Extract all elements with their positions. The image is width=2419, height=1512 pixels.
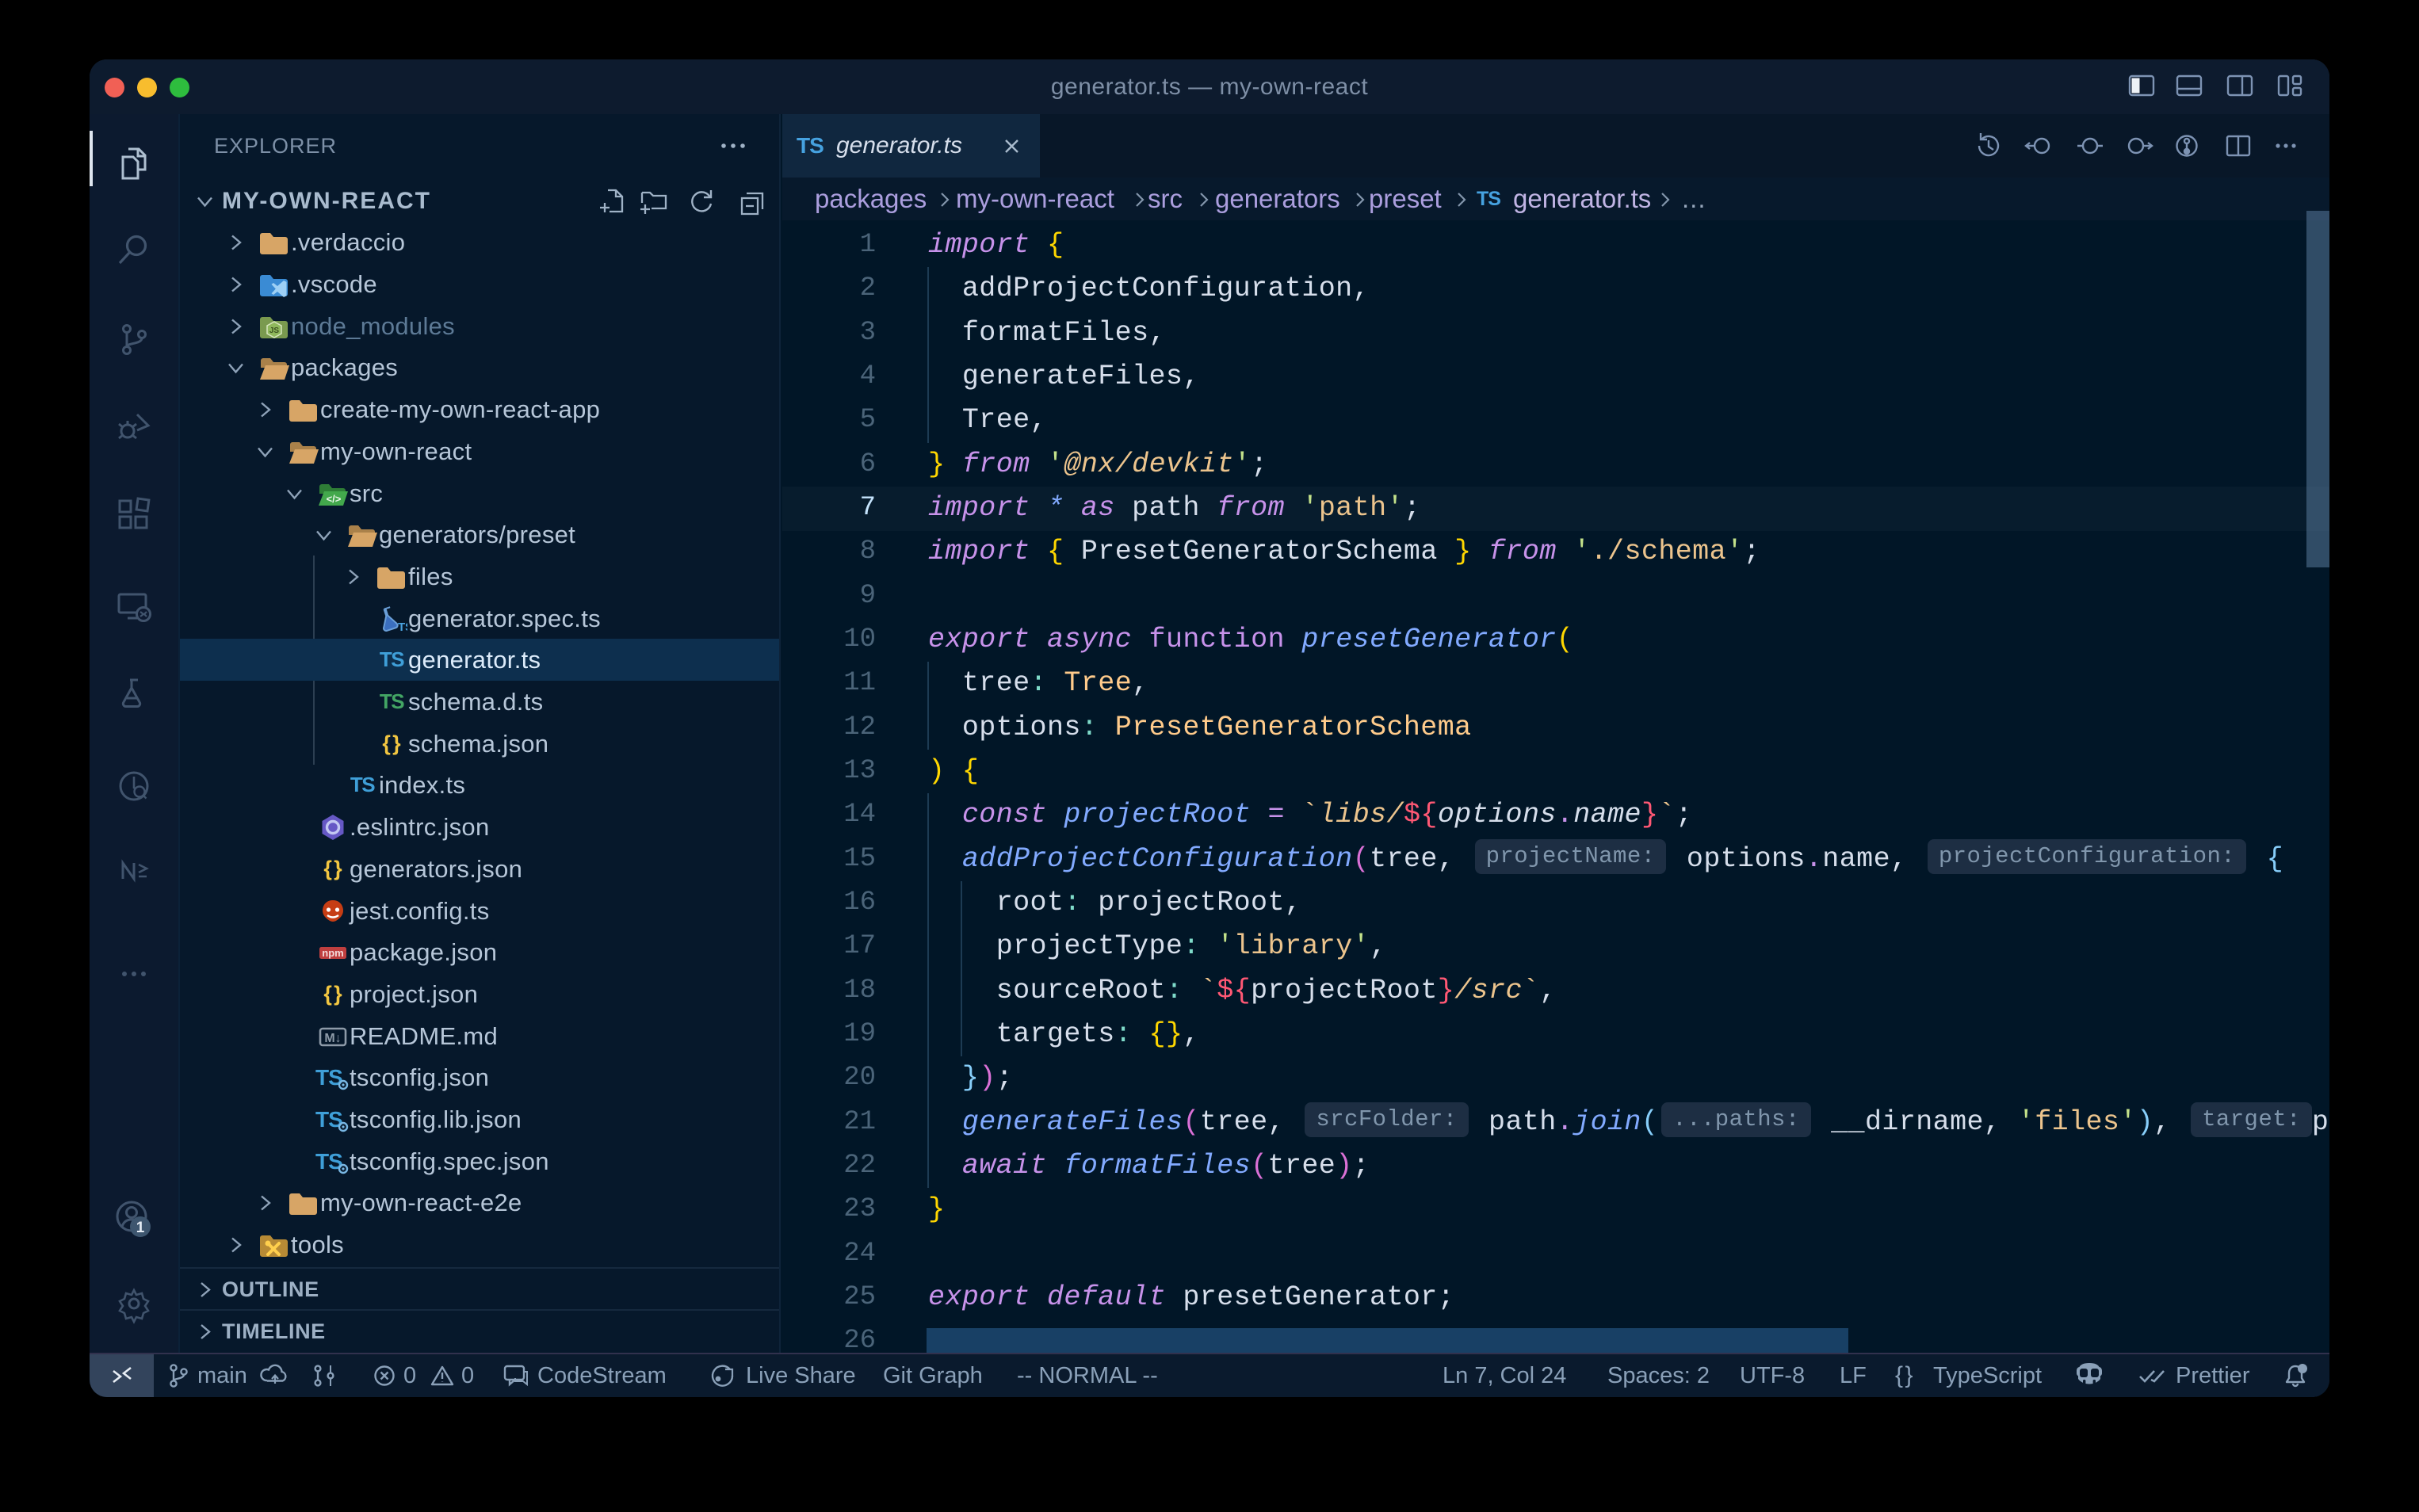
svg-text:</>: </> — [327, 493, 342, 505]
svg-text:JS: JS — [269, 326, 280, 335]
svg-text:TS: TS — [398, 620, 407, 634]
svg-text:M↓: M↓ — [324, 1032, 341, 1045]
svg-text:npm: npm — [322, 947, 343, 959]
svg-text:1: 1 — [136, 1220, 145, 1236]
